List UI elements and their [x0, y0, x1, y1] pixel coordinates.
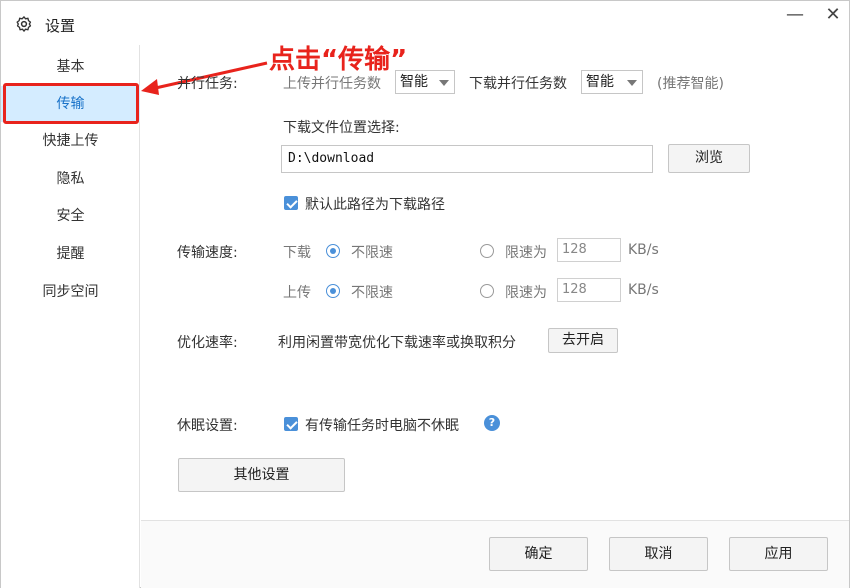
settings-sidebar: 基本 传输 快捷上传 隐私 安全 提醒 同步空间	[1, 45, 140, 588]
sidebar-item-sync-space[interactable]: 同步空间	[1, 274, 140, 310]
settings-window: 设置 — ✕ 基本 传输 快捷上传 隐私 安全 提醒 同步空间 点击“传输” 并…	[0, 0, 850, 588]
default-path-label: 默认此路径为下载路径	[305, 197, 445, 213]
download-location-label: 下载文件位置选择:	[283, 120, 400, 136]
download-limit-label: 限速为	[505, 245, 547, 261]
optimize-label: 优化速率:	[177, 335, 238, 351]
parallel-tasks-label: 并行任务:	[177, 76, 238, 92]
sidebar-item-basic[interactable]: 基本	[1, 49, 140, 85]
close-button[interactable]: ✕	[819, 5, 847, 25]
ok-button[interactable]: 确定	[489, 537, 588, 571]
upload-speed-label: 上传	[283, 285, 311, 301]
sidebar-item-security[interactable]: 安全	[1, 198, 140, 234]
transfer-speed-label: 传输速度:	[177, 245, 238, 261]
title-bar: 设置 — ✕	[1, 1, 849, 45]
chevron-down-icon	[627, 80, 637, 86]
upload-limit-label: 限速为	[505, 285, 547, 301]
download-parallel-select[interactable]: 智能	[581, 70, 643, 94]
recommend-hint: (推荐智能)	[657, 76, 724, 92]
optimize-description: 利用闲置带宽优化下载速率或换取积分	[278, 335, 516, 351]
upload-unlimited-label: 不限速	[351, 285, 393, 301]
sidebar-item-privacy[interactable]: 隐私	[1, 161, 140, 197]
upload-limit-radio[interactable]	[480, 284, 494, 298]
upload-unit-label: KB/s	[628, 282, 659, 298]
upload-unlimited-radio[interactable]	[326, 284, 340, 298]
download-parallel-value: 智能	[586, 74, 614, 90]
sleep-label: 休眠设置:	[177, 418, 238, 434]
no-sleep-checkbox[interactable]	[284, 417, 298, 431]
no-sleep-label: 有传输任务时电脑不休眠	[305, 418, 459, 434]
sidebar-item-reminder[interactable]: 提醒	[1, 236, 140, 272]
annotation-text: 点击“传输”	[269, 45, 408, 75]
enable-optimize-button[interactable]: 去开启	[548, 328, 618, 353]
question-icon[interactable]: ?	[484, 415, 500, 431]
apply-button[interactable]: 应用	[729, 537, 828, 571]
chevron-down-icon	[439, 80, 449, 86]
upload-limit-input[interactable]: 128	[557, 278, 621, 302]
minimize-button[interactable]: —	[781, 5, 809, 25]
download-unit-label: KB/s	[628, 242, 659, 258]
annotation-highlight-box	[3, 83, 139, 124]
download-limit-radio[interactable]	[480, 244, 494, 258]
window-title: 设置	[45, 17, 76, 35]
upload-parallel-label: 上传并行任务数	[283, 76, 381, 92]
download-path-input[interactable]: D:\download	[281, 145, 653, 173]
download-parallel-label: 下载并行任务数	[469, 76, 567, 92]
cancel-button[interactable]: 取消	[609, 537, 708, 571]
upload-parallel-value: 智能	[400, 74, 428, 90]
download-unlimited-radio[interactable]	[326, 244, 340, 258]
download-unlimited-label: 不限速	[351, 245, 393, 261]
other-settings-button[interactable]: 其他设置	[178, 458, 345, 492]
download-limit-input[interactable]: 128	[557, 238, 621, 262]
sidebar-item-quick-upload[interactable]: 快捷上传	[1, 123, 140, 159]
download-speed-label: 下载	[283, 245, 311, 261]
browse-button[interactable]: 浏览	[668, 144, 750, 173]
upload-parallel-select[interactable]: 智能	[395, 70, 455, 94]
default-path-checkbox[interactable]	[284, 196, 298, 210]
gear-icon	[16, 16, 32, 32]
